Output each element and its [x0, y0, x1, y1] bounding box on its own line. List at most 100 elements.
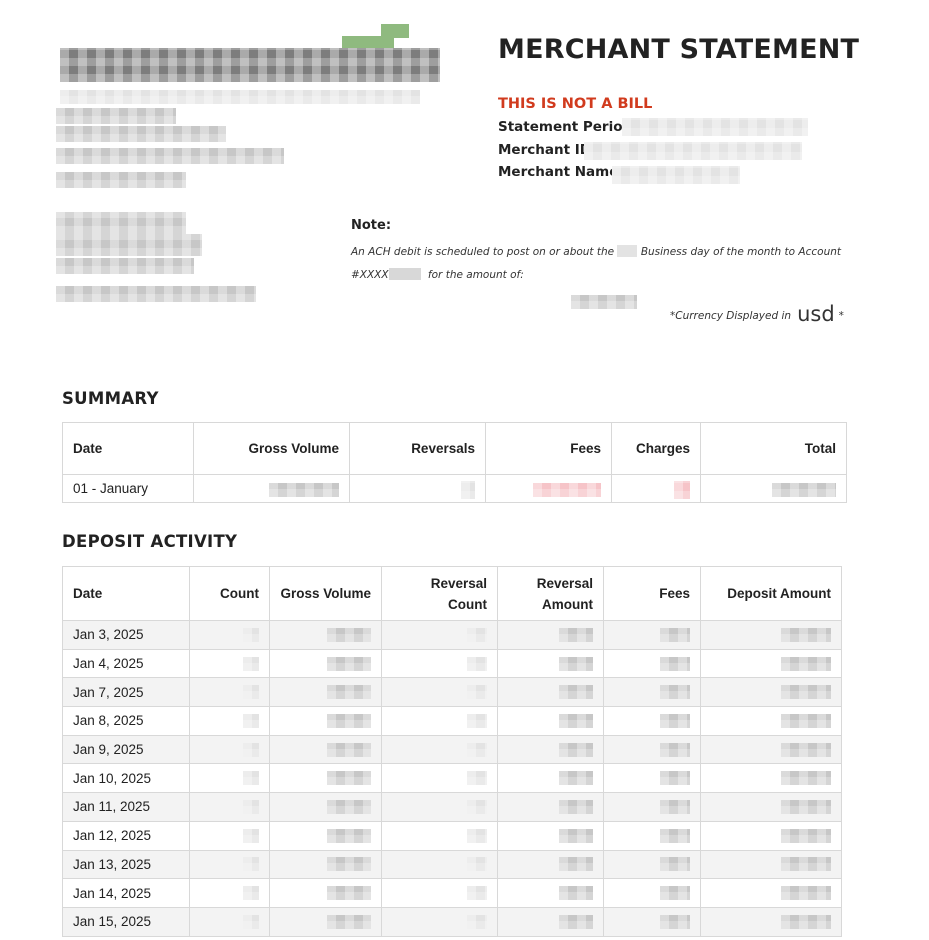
redacted-reversal-count	[381, 763, 498, 794]
redacted-reversal-count	[381, 734, 498, 765]
redacted-deposit-amount	[700, 906, 842, 937]
redacted-reversal-amount	[497, 878, 604, 908]
redacted-reversal-count	[381, 906, 498, 937]
redacted-merchant-name	[612, 166, 740, 184]
redacted-fees	[603, 763, 701, 794]
redacted-reversal-amount	[497, 648, 604, 679]
redacted-total	[700, 474, 847, 503]
deposit-row: Jan 3, 2025	[62, 620, 842, 650]
redacted-merchant-id	[584, 142, 802, 160]
redacted-fees	[603, 706, 701, 736]
redacted-reversal-amount	[497, 706, 604, 736]
redacted-gross-volume	[193, 474, 350, 503]
deposit-row: Jan 10, 2025	[62, 763, 842, 794]
redacted-recipient-line	[56, 258, 194, 274]
redacted-address-line	[56, 148, 284, 164]
redacted-fees	[603, 734, 701, 765]
redacted-deposit-amount	[700, 878, 842, 908]
redacted-reversal-count	[381, 620, 498, 650]
deposit-date: Jan 13, 2025	[62, 849, 190, 880]
deposit-date: Jan 4, 2025	[62, 648, 190, 679]
redacted-reversal-amount	[497, 734, 604, 765]
redacted-logo	[60, 48, 440, 82]
redacted-reversal-amount	[497, 620, 604, 650]
redacted-deposit-amount	[700, 763, 842, 794]
note-title: Note:	[351, 218, 392, 233]
redacted-deposit-amount	[700, 792, 842, 822]
redacted-recipient-line	[56, 212, 186, 234]
redacted-reversal-amount	[497, 906, 604, 937]
currency-note: *Currency Displayed in usd *	[670, 302, 844, 326]
redacted-recipient-line	[56, 234, 202, 256]
not-a-bill-notice: THIS IS NOT A BILL	[498, 96, 653, 112]
summary-table: Date Gross Volume Reversals Fees Charges…	[62, 422, 847, 503]
redacted-count	[189, 706, 270, 736]
deposit-header-reversal-amount: Reversal Amount	[497, 566, 604, 621]
redacted-reversals	[349, 474, 486, 503]
redacted-gross-volume	[269, 677, 382, 708]
currency-prefix: *Currency Displayed in	[670, 310, 792, 322]
page-title: MERCHANT STATEMENT	[498, 34, 860, 65]
note-line-2: #XXXX for the amount of:	[351, 268, 524, 281]
redacted-reversal-count	[381, 706, 498, 736]
deposit-row: Jan 7, 2025	[62, 677, 842, 708]
deposit-row: Jan 13, 2025	[62, 849, 842, 880]
note-account-prefix: #XXXX	[351, 269, 389, 281]
deposit-header-date: Date	[62, 566, 190, 621]
redacted-reversal-amount	[497, 763, 604, 794]
redacted-reversal-count	[381, 878, 498, 908]
redacted-account-digits	[388, 268, 421, 280]
redacted-reversal-amount	[497, 820, 604, 851]
deposit-header-count: Count	[189, 566, 270, 621]
redacted-reversal-count	[381, 792, 498, 822]
summary-header-fees: Fees	[485, 422, 612, 475]
redacted-fees	[603, 792, 701, 822]
redacted-reversal-count	[381, 820, 498, 851]
redacted-fees	[603, 620, 701, 650]
deposit-row: Jan 8, 2025	[62, 706, 842, 736]
redacted-reversal-amount	[497, 677, 604, 708]
note-line1-end: Business day of the month to Account	[640, 246, 842, 258]
summary-date: 01 - January	[62, 474, 194, 503]
merchant-name-label: Merchant Name:	[498, 164, 624, 180]
summary-header-total: Total	[700, 422, 847, 475]
redacted-address-line	[56, 126, 226, 142]
redacted-statement-period	[622, 118, 808, 136]
deposit-row: Jan 15, 2025	[62, 906, 842, 937]
redacted-fees	[603, 849, 701, 880]
redacted-address-line	[60, 90, 420, 104]
redacted-fees	[603, 878, 701, 908]
redacted-fees	[603, 648, 701, 679]
redacted-fees	[603, 906, 701, 937]
redacted-reversal-amount	[497, 792, 604, 822]
currency-suffix: *	[838, 310, 844, 322]
redacted-deposit-amount	[700, 620, 842, 650]
redacted-address-line	[56, 108, 176, 124]
summary-header-charges: Charges	[611, 422, 701, 475]
redacted-count	[189, 792, 270, 822]
summary-title: SUMMARY	[62, 389, 159, 408]
deposit-header-fees: Fees	[603, 566, 701, 621]
redacted-gross-volume	[269, 648, 382, 679]
deposit-row: Jan 14, 2025	[62, 878, 842, 908]
deposit-activity-title: DEPOSIT ACTIVITY	[62, 532, 238, 551]
note-line-1: An ACH debit is scheduled to post on or …	[351, 245, 841, 258]
redacted-charges	[611, 474, 701, 503]
deposit-date: Jan 8, 2025	[62, 706, 190, 736]
redacted-count	[189, 734, 270, 765]
redacted-deposit-amount	[700, 849, 842, 880]
redacted-gross-volume	[269, 620, 382, 650]
redacted-count	[189, 906, 270, 937]
summary-header-date: Date	[62, 422, 194, 475]
deposit-date: Jan 9, 2025	[62, 734, 190, 765]
note-line1-start: An ACH debit is scheduled to post on or …	[351, 246, 615, 258]
redacted-deposit-amount	[700, 677, 842, 708]
redacted-reversal-count	[381, 677, 498, 708]
redacted-reversal-count	[381, 849, 498, 880]
redacted-count	[189, 648, 270, 679]
deposit-date: Jan 3, 2025	[62, 620, 190, 650]
deposit-date: Jan 7, 2025	[62, 677, 190, 708]
deposit-date: Jan 15, 2025	[62, 906, 190, 937]
deposit-activity-table: Date Count Gross Volume Reversal Count Re…	[62, 566, 842, 937]
redacted-reversal-count	[381, 648, 498, 679]
